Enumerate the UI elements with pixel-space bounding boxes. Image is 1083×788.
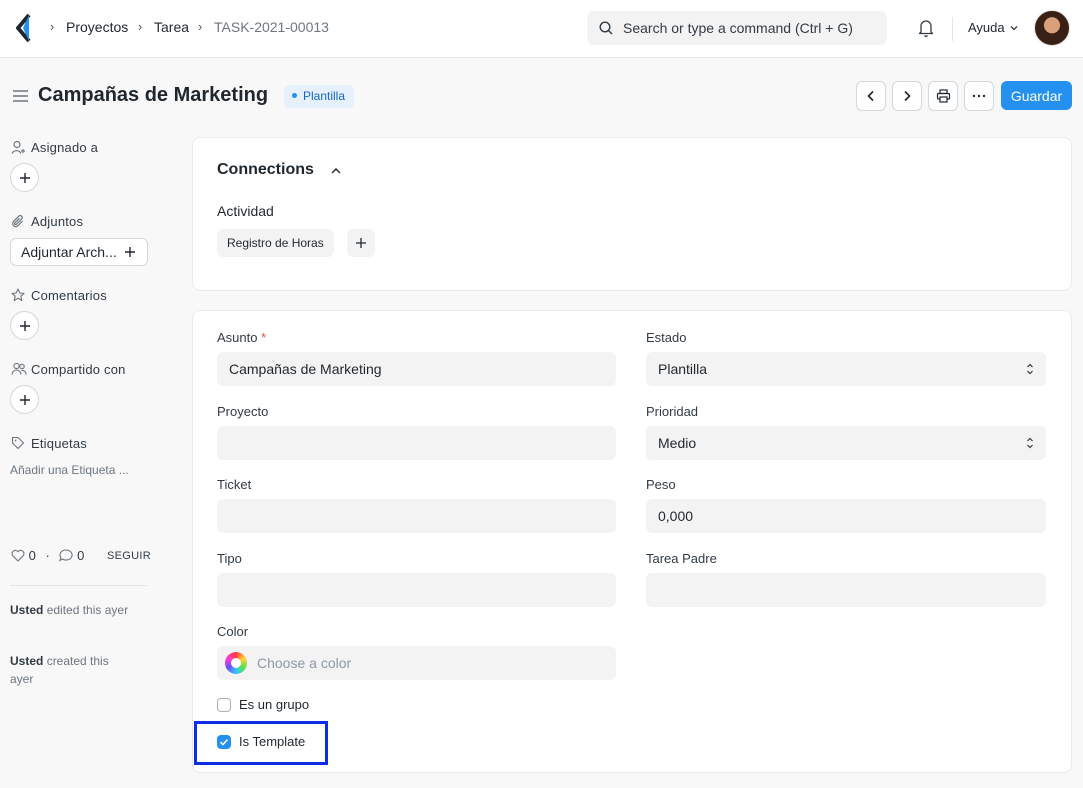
search-icon — [599, 21, 613, 35]
add-assignee-button[interactable] — [10, 163, 39, 192]
project-input[interactable] — [217, 426, 616, 460]
select-arrows-icon — [1027, 437, 1033, 449]
type-label: Tipo — [217, 551, 242, 566]
type-input[interactable] — [217, 573, 616, 607]
chevron-left-icon — [867, 90, 874, 102]
likes-comments-summary: 0 · 0 — [11, 548, 84, 563]
parent-task-label: Tarea Padre — [646, 551, 717, 566]
attach-file-button[interactable]: Adjuntar Arch... — [10, 238, 148, 266]
sidebar-divider — [10, 585, 147, 586]
print-button[interactable] — [928, 81, 958, 111]
is-template-highlight — [194, 721, 328, 765]
parent-task-input[interactable] — [646, 573, 1046, 607]
add-tag-link[interactable]: Añadir una Etiqueta ... — [10, 463, 129, 477]
plus-icon — [19, 172, 30, 183]
connections-card — [192, 137, 1072, 291]
breadcrumb-task-id[interactable]: TASK-2021-00013 — [214, 19, 329, 35]
subject-label-text: Asunto — [217, 330, 258, 345]
timeline-text: edited this ayer — [46, 603, 129, 617]
more-icon — [972, 94, 986, 98]
priority-select-value: Medio — [658, 435, 697, 451]
comment-icon — [59, 549, 74, 562]
chevron-up-icon[interactable] — [330, 166, 342, 176]
users-icon — [11, 362, 27, 375]
timeline-user: Usted — [10, 603, 44, 617]
required-marker: * — [261, 330, 267, 345]
subject-label: Asunto * — [217, 330, 266, 345]
status-dot — [292, 93, 297, 98]
status-label: Estado — [646, 330, 687, 345]
breadcrumb-separator: › — [198, 19, 203, 34]
help-menu[interactable]: Ayuda — [968, 20, 1005, 35]
navbar: › Proyectos › Tarea › TASK-2021-00013 Ay… — [0, 0, 1083, 58]
attach-file-label: Adjuntar Arch... — [21, 244, 117, 260]
priority-select[interactable]: Medio — [646, 426, 1046, 460]
likes-count: 0 — [28, 548, 36, 563]
subject-input[interactable]: Campañas de Marketing — [217, 352, 616, 386]
shared-with-label: Compartido con — [31, 362, 126, 377]
avatar[interactable] — [1034, 10, 1070, 46]
tags-label: Etiquetas — [31, 436, 88, 451]
dot-separator: · — [45, 548, 50, 563]
ticket-input[interactable] — [217, 499, 616, 533]
color-picker-input[interactable]: Choose a color — [217, 646, 616, 680]
chevron-right-icon — [904, 90, 911, 102]
previous-button[interactable] — [856, 81, 886, 111]
breadcrumb-tarea[interactable]: Tarea — [154, 19, 189, 35]
breadcrumb-separator: › — [138, 19, 143, 34]
is-group-label: Es un grupo — [239, 697, 310, 712]
plus-icon — [125, 247, 135, 257]
star-icon — [11, 288, 25, 302]
weight-label: Peso — [646, 477, 676, 492]
navbar-divider — [952, 17, 953, 41]
printer-icon — [936, 89, 950, 103]
page-title: Campañas de Marketing — [38, 84, 269, 106]
back-logo-icon[interactable] — [15, 13, 33, 43]
add-share-button[interactable] — [10, 385, 39, 414]
color-label: Color — [217, 624, 249, 639]
attachments-label: Adjuntos — [31, 214, 84, 229]
add-timesheet-button[interactable] — [347, 229, 375, 257]
breadcrumb-separator: › — [50, 19, 55, 34]
status-badge-label: Plantilla — [303, 89, 346, 103]
paperclip-icon — [12, 215, 23, 228]
plus-icon — [19, 394, 30, 405]
ticket-label: Ticket — [217, 477, 252, 492]
chevron-down-icon[interactable] — [1009, 23, 1019, 33]
tag-icon — [11, 436, 25, 450]
weight-input[interactable]: 0,000 — [646, 499, 1046, 533]
timesheet-link[interactable]: Registro de Horas — [217, 229, 334, 257]
activity-group-label: Actividad — [217, 203, 274, 219]
comments-count: 0 — [77, 548, 85, 563]
more-button[interactable] — [964, 81, 994, 111]
priority-label: Prioridad — [646, 404, 699, 419]
status-badge: Plantilla — [284, 85, 355, 108]
search-input[interactable] — [623, 11, 878, 45]
search-bar[interactable] — [587, 11, 887, 45]
next-button[interactable] — [892, 81, 922, 111]
timeline-user: Usted — [10, 654, 44, 668]
add-comment-button[interactable] — [10, 311, 39, 340]
connections-title[interactable]: Connections — [217, 161, 314, 179]
timeline-item: Usted edited this ayer — [10, 601, 130, 619]
status-select[interactable]: Plantilla — [646, 352, 1046, 386]
is-group-checkbox[interactable] — [217, 698, 231, 712]
assigned-to-label: Asignado a — [31, 140, 99, 155]
color-placeholder: Choose a color — [257, 655, 352, 671]
save-button[interactable]: Guardar — [1001, 81, 1072, 110]
user-plus-icon — [11, 140, 25, 154]
timeline-item: Usted created this ayer — [10, 652, 130, 688]
color-wheel-icon[interactable] — [225, 652, 247, 674]
comments-label: Comentarios — [31, 288, 107, 303]
follow-button[interactable]: SEGUIR — [107, 550, 151, 562]
project-label: Proyecto — [217, 404, 269, 419]
heart-icon[interactable] — [11, 549, 25, 562]
status-select-value: Plantilla — [658, 361, 708, 377]
select-arrows-icon — [1027, 363, 1033, 375]
plus-icon — [19, 320, 30, 331]
plus-icon — [356, 238, 366, 248]
bell-icon[interactable] — [917, 18, 935, 38]
breadcrumb-proyectos[interactable]: Proyectos — [66, 19, 128, 35]
menu-icon[interactable] — [12, 89, 29, 103]
